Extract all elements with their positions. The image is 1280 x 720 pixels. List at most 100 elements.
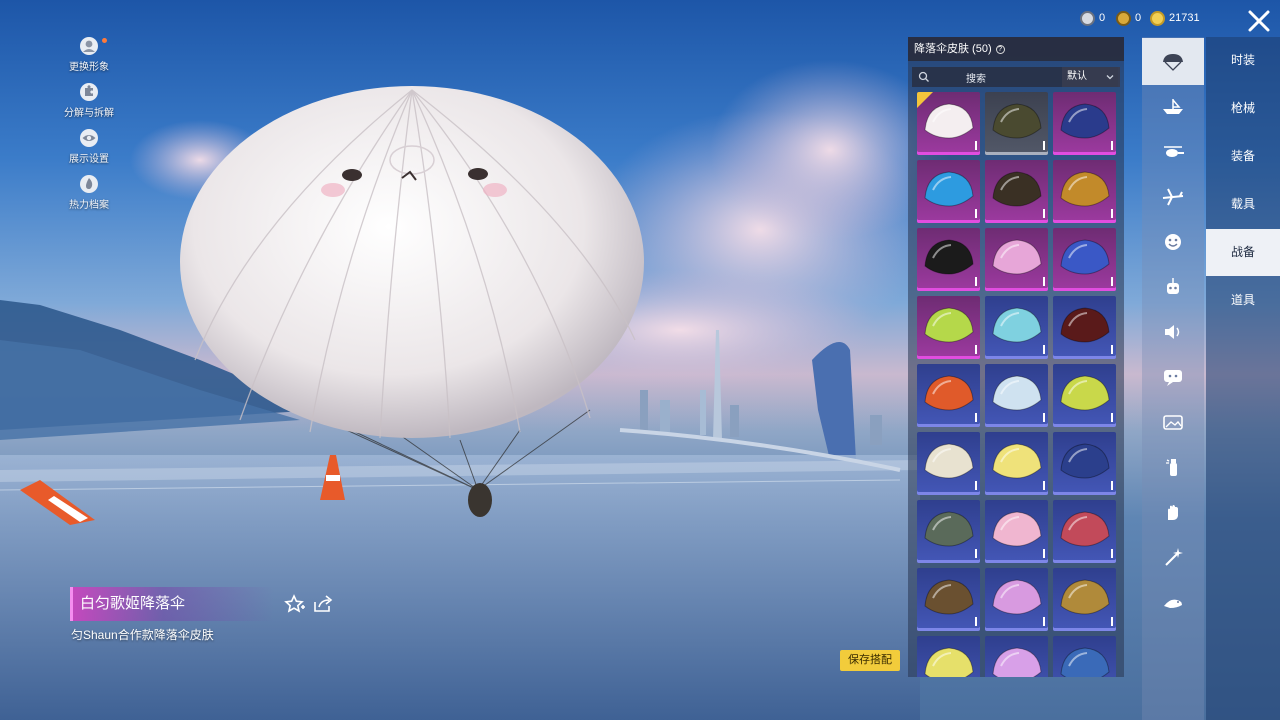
tab-1[interactable]: 枪械 (1206, 85, 1280, 132)
skin-slot[interactable] (917, 92, 980, 155)
skin-slot[interactable] (985, 228, 1048, 291)
parachute-thumbnail-icon (992, 647, 1042, 677)
quantity-mark (1111, 345, 1113, 354)
quantity-mark (1111, 413, 1113, 422)
skin-slot[interactable] (1053, 92, 1116, 155)
skin-slot[interactable] (985, 364, 1048, 427)
decompose-label: 分解与拆解 (64, 108, 114, 119)
parachute-thumbnail-icon (1060, 171, 1110, 207)
parachute-thumbnail-icon (1060, 103, 1110, 139)
parachute-thumbnail-icon (924, 443, 974, 479)
panel-header: 降落伞皮肤 (50) ? (908, 37, 1124, 61)
category-strip (1142, 37, 1204, 720)
star-plus-icon (284, 594, 305, 613)
skin-slot[interactable] (1053, 432, 1116, 495)
skin-slot[interactable] (917, 296, 980, 359)
parachute-thumbnail-icon (924, 511, 974, 547)
notification-dot (102, 38, 107, 43)
favorite-button[interactable] (284, 594, 306, 614)
category-photo[interactable] (1142, 398, 1204, 445)
quantity-mark (1111, 209, 1113, 218)
skin-slot[interactable] (1053, 228, 1116, 291)
skin-slot[interactable] (917, 364, 980, 427)
sort-dropdown[interactable]: 默认 (1062, 67, 1120, 87)
tab-0[interactable]: 时装 (1206, 37, 1280, 84)
skin-slot[interactable] (1053, 160, 1116, 223)
quantity-mark (1111, 549, 1113, 558)
skin-slot[interactable] (1053, 364, 1116, 427)
skin-slot[interactable] (917, 432, 980, 495)
skin-slot[interactable] (1053, 636, 1116, 677)
tab-3[interactable]: 载具 (1206, 181, 1280, 228)
heat-record-button[interactable]: 热力档案 (58, 174, 120, 211)
plane-icon (1162, 188, 1184, 205)
skin-grid (917, 92, 1119, 677)
category-sparkle-wand[interactable] (1142, 533, 1204, 580)
quantity-mark (1043, 549, 1045, 558)
category-helicopter[interactable] (1142, 128, 1204, 175)
display-settings-button[interactable]: 展示设置 (58, 128, 120, 165)
search-input[interactable]: 搜索 (966, 70, 986, 85)
currency-1: 0 (1080, 8, 1105, 28)
search-bar[interactable]: 搜索 默认 (912, 67, 1120, 87)
parachute-thumbnail-icon (1060, 239, 1110, 275)
boat-icon (1163, 98, 1183, 114)
help-icon[interactable]: ? (995, 44, 1005, 54)
parachute-thumbnail-icon (924, 239, 974, 275)
currency-1-icon (1080, 10, 1095, 26)
skin-slot[interactable] (985, 92, 1048, 155)
main-tabs: 时装 枪械 装备 载具 战备 道具 (1206, 37, 1280, 720)
skin-slot[interactable] (985, 432, 1048, 495)
bird-icon (1164, 599, 1182, 608)
skin-slot[interactable] (917, 160, 980, 223)
display-settings-label: 展示设置 (69, 154, 109, 165)
category-boat[interactable] (1142, 83, 1204, 130)
quantity-mark (975, 413, 977, 422)
save-outfit-button[interactable]: 保存搭配 (840, 650, 900, 671)
tab-5[interactable]: 道具 (1206, 277, 1280, 324)
quantity-mark (1043, 277, 1045, 286)
skin-slot[interactable] (1053, 500, 1116, 563)
category-plane[interactable] (1142, 173, 1204, 220)
quantity-mark (975, 549, 977, 558)
quantity-mark (1111, 617, 1113, 626)
skin-slot[interactable] (985, 636, 1048, 677)
skin-slot[interactable] (985, 160, 1048, 223)
parachute-thumbnail-icon (1060, 443, 1110, 479)
skin-slot[interactable] (917, 568, 980, 631)
quantity-mark (1043, 209, 1045, 218)
parachute-thumbnail-icon (992, 171, 1042, 207)
decompose-button[interactable]: 分解与拆解 (58, 82, 120, 119)
change-avatar-button[interactable]: 更换形象 (58, 36, 120, 73)
category-parachute[interactable] (1142, 38, 1204, 85)
skin-slot[interactable] (985, 500, 1048, 563)
parachute-thumbnail-icon (1060, 375, 1110, 411)
currency-2-value: 0 (1135, 12, 1142, 24)
share-button[interactable] (312, 594, 334, 614)
skin-slot[interactable] (985, 296, 1048, 359)
item-name-title: 白匀歌姬降落伞 (70, 587, 274, 621)
category-hand[interactable] (1142, 488, 1204, 535)
category-speaker[interactable] (1142, 308, 1204, 355)
tab-2[interactable]: 装备 (1206, 133, 1280, 180)
skin-slot[interactable] (917, 636, 980, 677)
left-menu: 更换形象 分解与拆解 展示设置 热力档案 (58, 36, 120, 220)
skin-slot[interactable] (1053, 568, 1116, 631)
parachute-thumbnail-icon (924, 647, 974, 677)
parachute-thumbnail-icon (992, 239, 1042, 275)
category-chat-bubble[interactable] (1142, 353, 1204, 400)
skin-slot[interactable] (917, 228, 980, 291)
skin-slot[interactable] (985, 568, 1048, 631)
close-button[interactable] (1244, 6, 1274, 36)
parachute-thumbnail-icon (992, 511, 1042, 547)
category-robot[interactable] (1142, 263, 1204, 310)
category-spray[interactable] (1142, 443, 1204, 490)
category-emote-face[interactable] (1142, 218, 1204, 265)
sort-label: 默认 (1067, 71, 1087, 82)
quantity-mark (1043, 617, 1045, 626)
skin-slot[interactable] (1053, 296, 1116, 359)
helicopter-icon (1164, 145, 1184, 157)
skin-slot[interactable] (917, 500, 980, 563)
category-bird[interactable] (1142, 578, 1204, 625)
tab-4[interactable]: 战备 (1206, 229, 1280, 276)
